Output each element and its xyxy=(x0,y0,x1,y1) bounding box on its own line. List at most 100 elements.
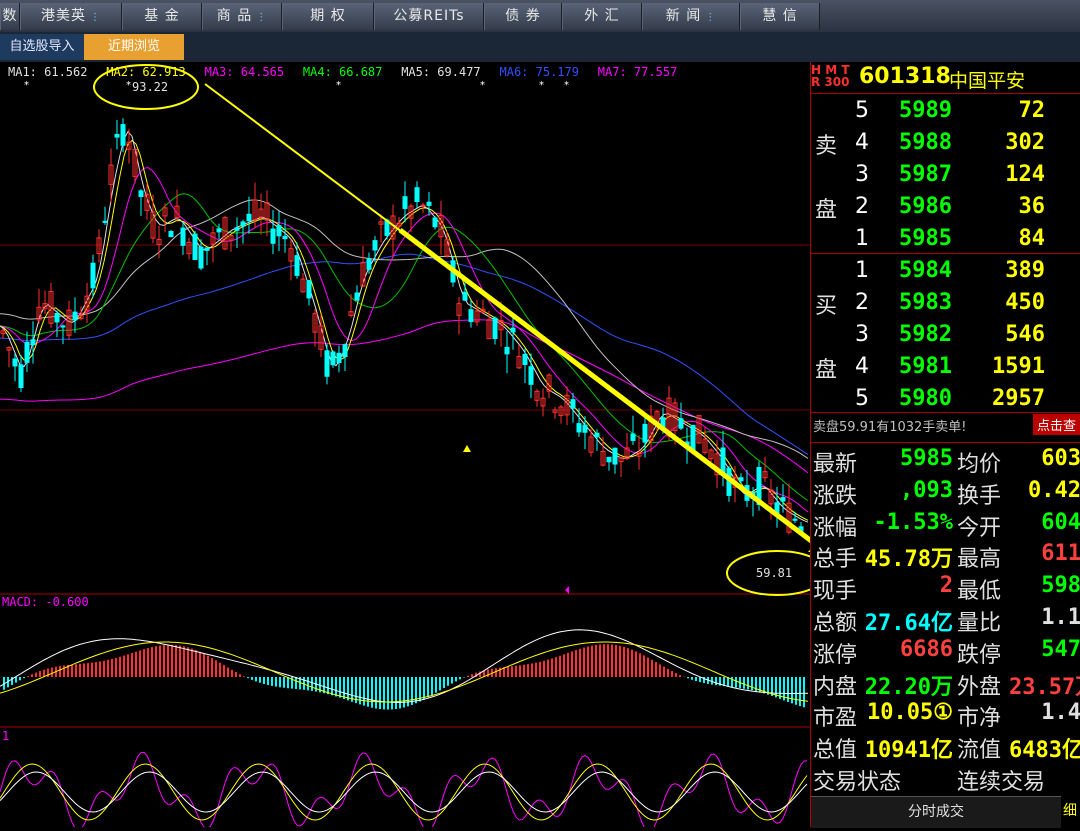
ask-volume: 124 xyxy=(1005,162,1045,187)
mark-icon: * xyxy=(24,80,29,91)
nav-tab-1[interactable]: 港美英 ⋮ xyxy=(20,3,122,30)
recent-browse-tab[interactable]: 近期浏览 xyxy=(84,34,184,60)
nav-tab-3[interactable]: 商 品 ⋮ xyxy=(202,3,282,30)
candle-body xyxy=(102,220,108,223)
stat-label: 交易状态 xyxy=(813,770,902,795)
candle-body xyxy=(780,497,786,502)
nav-tab-label: 数 xyxy=(2,8,18,24)
stat-label: 外盘 xyxy=(957,674,1002,700)
import-watchlist-tab[interactable]: 自选股导入 xyxy=(0,34,84,60)
nav-tab-7[interactable]: 外 汇 xyxy=(562,3,642,30)
kdj-j-line xyxy=(0,751,808,831)
candle-body xyxy=(582,424,588,433)
stat-value: 22.20万 xyxy=(864,674,953,700)
kdj-k-line xyxy=(0,771,808,813)
bid-level: 3 xyxy=(855,322,869,347)
candle-body xyxy=(522,353,528,365)
stat-value: 611 xyxy=(1041,541,1080,567)
bid-level: 2 xyxy=(855,290,869,315)
detail-tab[interactable]: 细 xyxy=(1063,796,1077,827)
kline-chart[interactable]: MA1: 61.562 MA2: 62.913 MA3: 64.565 MA4: 66… xyxy=(0,62,829,831)
ma-legend-3: MA3: 64.565 xyxy=(205,65,284,79)
nav-tab-label: 慧 信 xyxy=(762,8,798,24)
bid-volume: 450 xyxy=(1005,290,1045,315)
nav-tab-9[interactable]: 慧 信 xyxy=(740,3,820,30)
ask-level: 3 xyxy=(855,162,869,187)
candle-body xyxy=(510,327,516,333)
ma-legend-1: MA1: 61.562 xyxy=(8,65,87,79)
stat-label: 连续交易 xyxy=(957,770,1046,795)
nav-tab-6[interactable]: 债 券 xyxy=(484,3,562,30)
bid-level: 4 xyxy=(855,354,869,379)
buy-label: 买 xyxy=(815,294,838,319)
stat-value: 45.78万 xyxy=(864,547,953,573)
nav-tab-2[interactable]: 基 金 xyxy=(122,3,202,30)
stat-label: 均价 xyxy=(957,452,1002,477)
stat-value: 6686 xyxy=(900,636,953,662)
ask-price: 5989 xyxy=(899,98,952,123)
kline-chart-area[interactable]: MA1: 61.562 MA2: 62.913 MA3: 64.565 MA4: 66… xyxy=(0,62,829,831)
nav-tab-8[interactable]: 新 闻 ⋮ xyxy=(642,3,740,30)
candle-body xyxy=(426,201,432,206)
ma-legend-5: MA5: 69.477 xyxy=(401,65,480,79)
stat-label: 市净 xyxy=(957,706,1002,732)
menu-dots-icon: ⋮ xyxy=(705,12,717,23)
candle-body xyxy=(354,292,360,301)
candle-body xyxy=(138,190,144,197)
ask-volume: 36 xyxy=(1018,194,1046,219)
candle-body xyxy=(492,317,498,339)
stat-value: 10.05① xyxy=(867,700,953,726)
candle-body xyxy=(72,311,78,321)
candle-body xyxy=(336,352,342,363)
candle-body xyxy=(120,124,126,146)
candle-body xyxy=(324,350,330,377)
nav-tab-label: 基 金 xyxy=(144,8,180,24)
book-bottom-divider xyxy=(811,412,1080,413)
nav-tab-0[interactable]: 数 xyxy=(0,3,20,30)
stat-label: 今开 xyxy=(957,515,1002,541)
candle-body xyxy=(402,196,408,209)
scroll-marker-icon xyxy=(565,586,569,594)
candle-body xyxy=(54,312,60,323)
ask-level: 2 xyxy=(855,194,869,219)
stat-value: 1.4 xyxy=(1041,700,1080,726)
candle-body xyxy=(240,221,246,227)
candle-body xyxy=(612,447,618,465)
ask-level: 5 xyxy=(855,98,869,123)
bid-price: 5982 xyxy=(899,322,952,347)
stat-value: 0.42 xyxy=(1028,477,1080,503)
candle-body xyxy=(420,204,426,207)
bid-price: 5980 xyxy=(899,386,952,411)
candle-body xyxy=(342,344,348,358)
nav-tab-label: 债 券 xyxy=(505,8,541,24)
bid-volume: 2957 xyxy=(992,386,1045,411)
candle-body xyxy=(576,423,582,433)
candle-body xyxy=(306,280,312,299)
ask-volume: 84 xyxy=(1018,226,1046,251)
candle-body xyxy=(468,309,474,323)
candle-body xyxy=(198,246,204,269)
candle-body xyxy=(192,233,198,261)
candle-body xyxy=(294,255,300,276)
ask-price: 5986 xyxy=(899,194,952,219)
top-nav: 数港美英 ⋮ 基 金商 品 ⋮ 期 权公募REITs 债 券外 汇新 闻 ⋮ 慧 信 xyxy=(0,0,1080,33)
bid-price: 5983 xyxy=(899,290,952,315)
time-trades-tab[interactable]: 分时成交 xyxy=(811,796,1061,828)
mark-icon: * xyxy=(564,80,569,91)
nav-tab-label: 港美英 xyxy=(41,8,86,24)
nav-tab-4[interactable]: 期 权 xyxy=(282,3,374,30)
stat-label: 流值 xyxy=(957,738,1002,764)
stat-value: 604 xyxy=(1041,509,1080,535)
nav-tab-label: 期 权 xyxy=(310,8,346,24)
stat-value: 5985 xyxy=(900,446,953,471)
candle-body xyxy=(24,341,30,363)
notice-button[interactable]: 点击查 xyxy=(1033,414,1080,435)
nav-tab-5[interactable]: 公募REITs xyxy=(374,3,484,30)
stat-value: 23.57万 xyxy=(1009,674,1080,700)
ask-level: 4 xyxy=(855,130,869,155)
sub-nav: 自选股导入 近期浏览 xyxy=(0,32,1080,62)
kdj-label: 1 xyxy=(2,729,10,743)
nav-tab-label: 外 汇 xyxy=(584,8,620,24)
ma-legend-2: MA2: 62.913 xyxy=(106,65,185,79)
order-notice: 卖盘59.91有1032手卖单! xyxy=(813,420,967,435)
